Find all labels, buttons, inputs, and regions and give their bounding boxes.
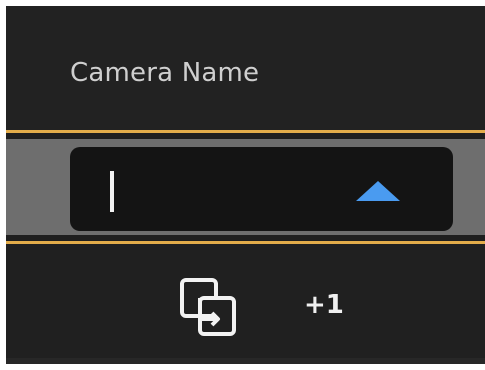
selected-row[interactable] xyxy=(6,130,485,244)
column-header[interactable]: Camera Name xyxy=(6,6,485,130)
row-bottom-divider xyxy=(6,235,485,241)
column-header-title: Camera Name xyxy=(70,58,260,88)
open-in-new-icon[interactable] xyxy=(180,278,236,336)
camera-name-input[interactable] xyxy=(70,147,453,231)
linked-count-label: +1 xyxy=(304,290,344,320)
triangle-up-icon xyxy=(356,181,400,201)
row-actions: +1 xyxy=(6,244,485,364)
text-caret xyxy=(110,171,114,212)
row-top-divider xyxy=(6,133,485,139)
dropdown-toggle-button[interactable] xyxy=(346,173,410,209)
screen: Camera Name +1 xyxy=(0,0,485,370)
footer-divider xyxy=(6,358,485,364)
camera-name-column: Camera Name +1 xyxy=(6,6,485,364)
